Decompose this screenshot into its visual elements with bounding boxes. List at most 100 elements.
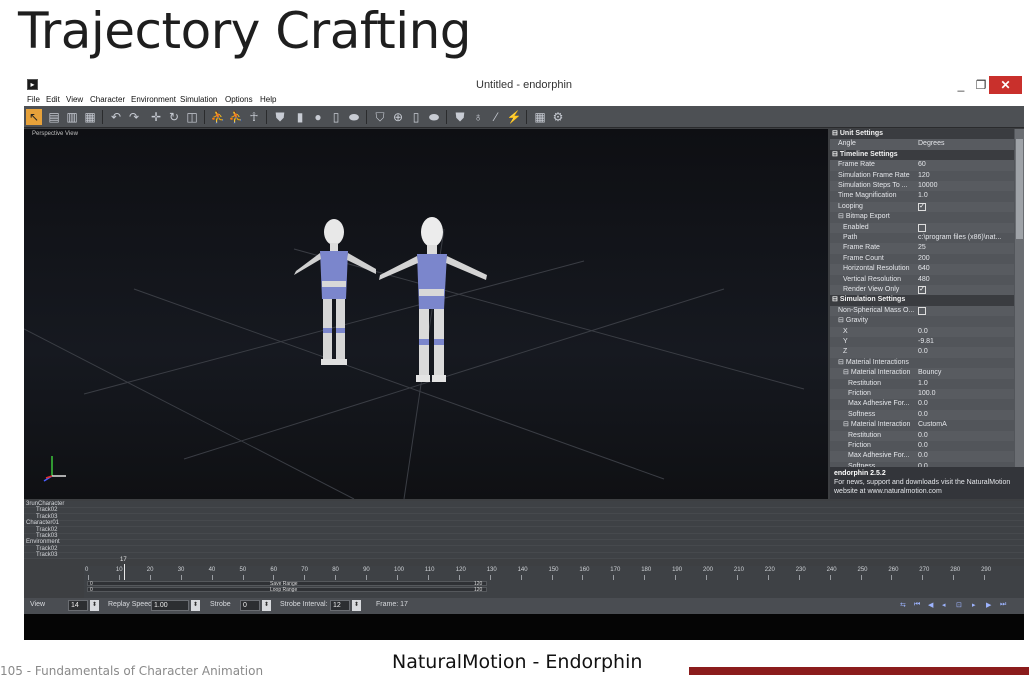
- replay-speed-field[interactable]: 1.00: [151, 600, 189, 611]
- property-row[interactable]: Restitution 0.0: [830, 430, 1014, 441]
- open-icon[interactable]: ▥: [64, 109, 80, 125]
- select-tool-icon[interactable]: ↖: [26, 109, 42, 125]
- play-back-icon[interactable]: ◂: [942, 601, 946, 609]
- property-value[interactable]: 0.0: [918, 410, 1014, 420]
- property-row[interactable]: Render View Only ✓: [830, 285, 1014, 296]
- sphere-icon[interactable]: ●: [310, 109, 326, 125]
- property-row[interactable]: X 0.0: [830, 326, 1014, 337]
- checked-checkbox-icon[interactable]: ✓: [918, 286, 926, 294]
- property-row[interactable]: Horizontal Resolution 640: [830, 264, 1014, 275]
- property-row[interactable]: Max Adhesive For... 0.0: [830, 399, 1014, 409]
- character-pose-icon[interactable]: ⛹: [210, 109, 226, 125]
- property-value[interactable]: 1.0: [918, 379, 1014, 389]
- property-row[interactable]: Frame Rate 60: [830, 160, 1014, 171]
- property-group[interactable]: ⊟ Material Interaction Bouncy: [830, 368, 1014, 379]
- redo-icon[interactable]: ↷: [126, 109, 142, 125]
- play-icon[interactable]: ▸: [972, 601, 976, 609]
- property-row[interactable]: Restitution 1.0: [830, 379, 1014, 389]
- property-value[interactable]: 100.0: [918, 389, 1014, 399]
- minimize-button[interactable]: _: [954, 76, 968, 94]
- replay-speed-spinner[interactable]: ⬍: [191, 600, 200, 611]
- expand-toggle-icon[interactable]: ⊟: [838, 317, 844, 324]
- property-section[interactable]: ⊟ Timeline Settings: [830, 149, 1014, 161]
- property-row[interactable]: Vertical Resolution 480: [830, 275, 1014, 285]
- strobe-interval-spinner[interactable]: ⬍: [352, 600, 361, 611]
- view-field[interactable]: 14: [68, 600, 88, 611]
- menu-options[interactable]: Options: [225, 95, 253, 104]
- property-value[interactable]: 0.0: [918, 347, 1014, 357]
- shield-icon[interactable]: ⛊: [272, 109, 288, 125]
- maximize-button[interactable]: ❐: [974, 76, 988, 94]
- menu-view[interactable]: View: [66, 95, 83, 104]
- strobe-field[interactable]: 0: [240, 600, 260, 611]
- property-row[interactable]: Non-Spherical Mass O...: [830, 305, 1014, 317]
- property-row[interactable]: Looping ✓: [830, 201, 1014, 213]
- timeline[interactable]: 17 0 10 20 30 40 50 60 70 80 90 100 110 120 130 140 150…: [84, 557, 1024, 598]
- strobe-interval-field[interactable]: 12: [330, 600, 350, 611]
- grid-icon[interactable]: ▦: [532, 109, 548, 125]
- loop-range[interactable]: 0 Loop Range 120: [87, 587, 487, 593]
- property-value[interactable]: 480: [918, 275, 1014, 285]
- property-section[interactable]: ⊟ Simulation Settings: [830, 295, 1014, 306]
- property-section[interactable]: ⊟ Unit Settings: [830, 129, 1014, 140]
- sphere-blue-icon[interactable]: ⊕: [390, 109, 406, 125]
- property-value[interactable]: 0.0: [918, 451, 1014, 461]
- property-group[interactable]: ⊟ Material Interaction CustomA: [830, 420, 1014, 430]
- property-row[interactable]: Enabled: [830, 222, 1014, 233]
- event-icon[interactable]: ♁: [470, 109, 486, 125]
- strobe-spinner[interactable]: ⬍: [262, 600, 271, 611]
- property-group[interactable]: ⊟ Bitmap Export: [830, 212, 1014, 222]
- go-to-start-icon[interactable]: ⏮: [914, 601, 920, 609]
- property-value[interactable]: ✓: [918, 202, 1014, 212]
- playhead[interactable]: [124, 564, 125, 580]
- property-value[interactable]: 0.0: [918, 441, 1014, 451]
- scale-icon[interactable]: ◫: [184, 109, 200, 125]
- property-row[interactable]: Frame Rate 25: [830, 243, 1014, 254]
- step-forward-icon[interactable]: ▶: [986, 601, 991, 609]
- property-value[interactable]: 60: [918, 160, 1014, 170]
- unchecked-checkbox-icon[interactable]: [918, 223, 926, 232]
- checked-checkbox-icon[interactable]: ✓: [918, 202, 926, 211]
- expand-toggle-icon[interactable]: ⊟: [838, 359, 844, 366]
- behaviour-icon[interactable]: ⛊: [452, 109, 468, 125]
- property-value[interactable]: -9.81: [918, 337, 1014, 347]
- expand-toggle-icon[interactable]: ⊟: [832, 130, 838, 137]
- step-back-icon[interactable]: ◀: [928, 601, 933, 609]
- force-icon[interactable]: ⚡: [506, 109, 522, 125]
- property-group[interactable]: ⊟ Material Interactions: [830, 358, 1014, 368]
- expand-toggle-icon[interactable]: ⊟: [832, 151, 838, 158]
- property-value[interactable]: 0.0: [918, 399, 1014, 409]
- property-value[interactable]: 25: [918, 243, 1014, 253]
- rotate-icon[interactable]: ↻: [166, 109, 182, 125]
- plane-icon[interactable]: ⬬: [346, 109, 362, 125]
- expand-toggle-icon[interactable]: ⊟: [843, 369, 849, 376]
- close-button[interactable]: ✕: [989, 76, 1022, 94]
- property-row[interactable]: Z 0.0: [830, 347, 1014, 358]
- save-icon[interactable]: ▤: [46, 109, 62, 125]
- wand-icon[interactable]: ⁄: [488, 109, 504, 125]
- menu-file[interactable]: File: [27, 95, 40, 104]
- unchecked-checkbox-icon[interactable]: [918, 306, 926, 315]
- property-value[interactable]: 1.0: [918, 191, 1014, 201]
- property-value[interactable]: [918, 306, 1014, 316]
- perspective-viewport[interactable]: Perspective View: [24, 129, 828, 499]
- property-value[interactable]: 10000: [918, 181, 1014, 191]
- timeline-ruler[interactable]: 17 0 10 20 30 40 50 60 70 80 90 100 110 120 130 140 150…: [84, 557, 1024, 580]
- menu-help[interactable]: Help: [260, 95, 276, 104]
- expand-toggle-icon[interactable]: ⊟: [843, 421, 849, 428]
- settings-icon[interactable]: ⚙: [550, 109, 566, 125]
- capsule-blue-icon[interactable]: ▯: [408, 109, 424, 125]
- loop-icon[interactable]: ⇆: [900, 601, 906, 609]
- property-row[interactable]: Simulation Steps To ... 10000: [830, 181, 1014, 192]
- menu-edit[interactable]: Edit: [46, 95, 60, 104]
- shield-blue-icon[interactable]: ⛉: [372, 109, 388, 125]
- property-row[interactable]: Y -9.81: [830, 337, 1014, 347]
- property-value[interactable]: Bouncy: [918, 368, 1014, 378]
- expand-toggle-icon[interactable]: ⊟: [832, 296, 838, 303]
- character-motion-icon[interactable]: ⛹: [228, 109, 244, 125]
- property-row[interactable]: Friction 0.0: [830, 441, 1014, 451]
- property-row[interactable]: Path c:\program files (x86)\nat...: [830, 233, 1014, 243]
- property-value[interactable]: 120: [918, 171, 1014, 181]
- menu-character[interactable]: Character: [90, 95, 125, 104]
- property-value[interactable]: 0.0: [918, 431, 1014, 441]
